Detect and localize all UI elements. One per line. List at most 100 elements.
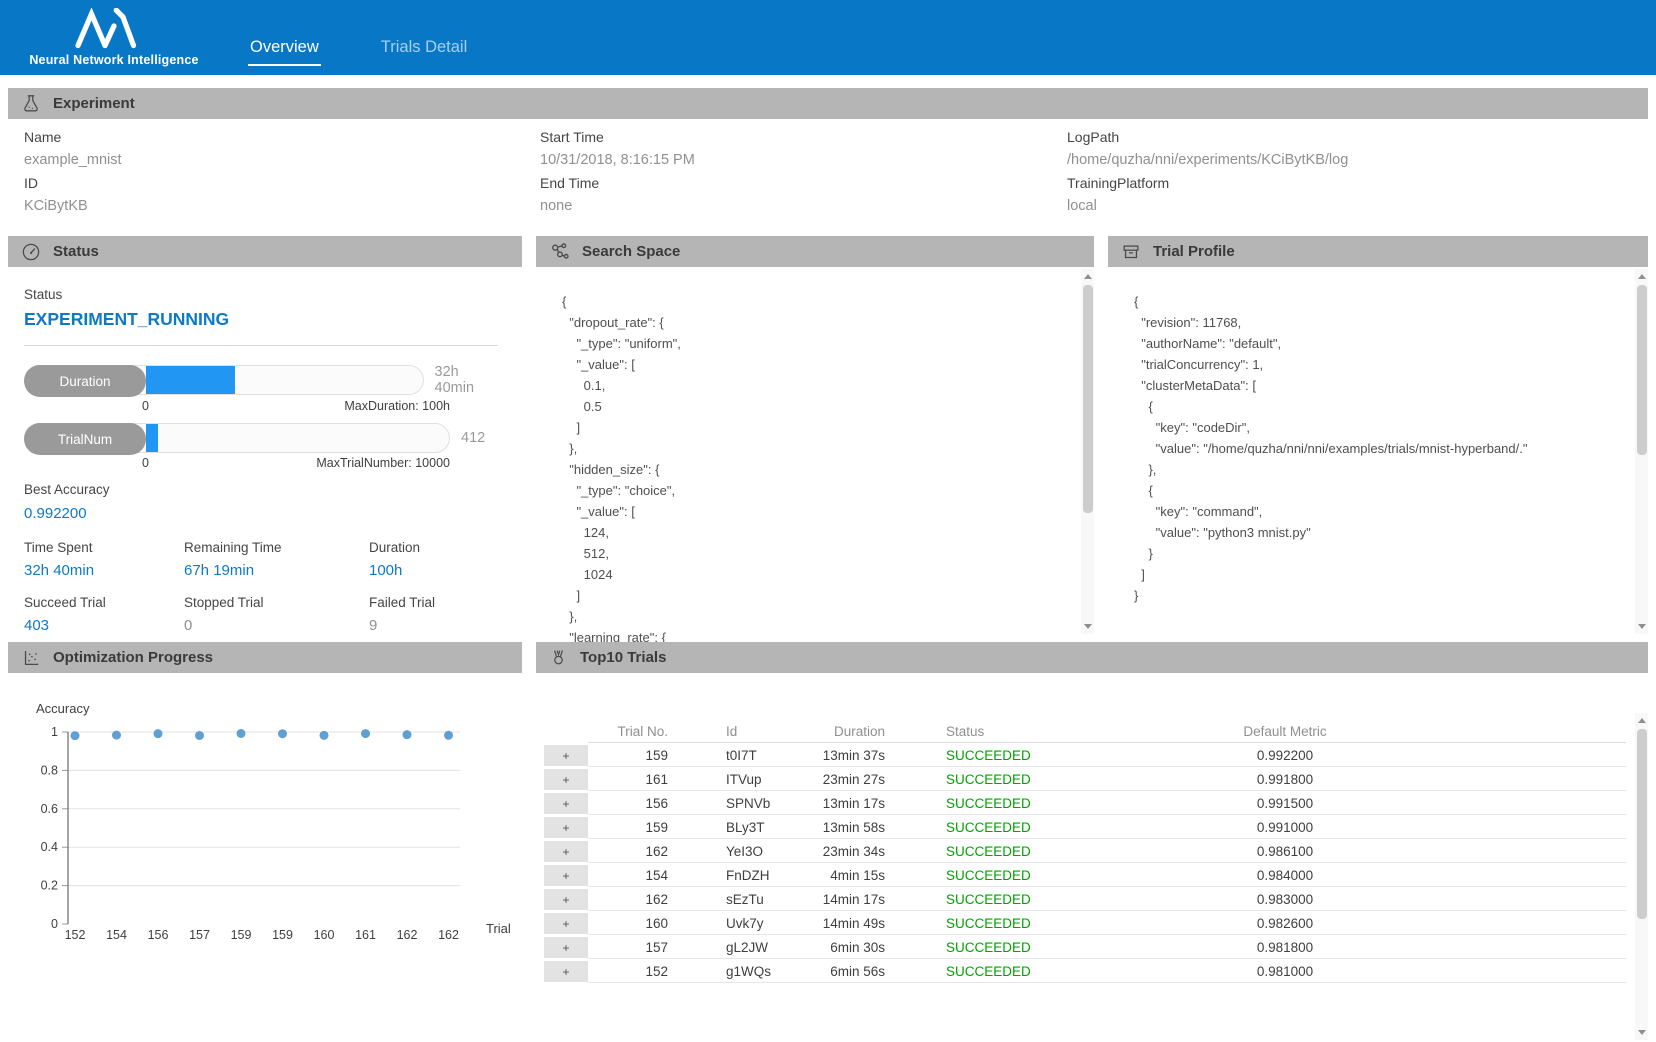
experiment-fields: Nameexample_mnistIDKCiBytKBStart Time10/… — [8, 119, 1648, 230]
expand-row-button[interactable]: + — [544, 769, 588, 790]
svg-text:0.6: 0.6 — [41, 802, 58, 816]
table-row: +159BLy3T13min 58sSUCCEEDED0.991000 — [536, 815, 1648, 839]
scroll-thumb[interactable] — [1637, 285, 1647, 455]
cell-trial-no: 152 — [588, 964, 668, 979]
svg-text:0: 0 — [51, 917, 58, 931]
cell-metric: 0.991800 — [1085, 772, 1485, 787]
duration-progress: Duration 32h 40min — [24, 364, 498, 396]
cell-status: SUCCEEDED — [885, 868, 1085, 883]
table-row: +157gL2JW6min 30sSUCCEEDED0.981800 — [536, 935, 1648, 959]
cell-trial-no: 154 — [588, 868, 668, 883]
svg-text:162: 162 — [397, 928, 418, 942]
cell-metric: 0.984000 — [1085, 868, 1485, 883]
field-value: 10/31/2018, 8:16:15 PM — [540, 149, 1067, 172]
expand-row-button[interactable]: + — [544, 889, 588, 910]
scroll-down-icon[interactable] — [1638, 1030, 1646, 1035]
expand-row-button[interactable]: + — [544, 865, 588, 886]
expand-cell: + — [536, 937, 588, 958]
flask-icon — [21, 94, 41, 114]
svg-text:161: 161 — [355, 928, 376, 942]
trial-profile-panel: Trial Profile { "revision": 11768, "auth… — [1108, 236, 1648, 636]
scroll-thumb[interactable] — [1083, 285, 1093, 513]
archive-box-icon — [1121, 242, 1141, 262]
trialnum-min: 0 — [142, 456, 149, 470]
top10-scrollbar[interactable] — [1635, 713, 1648, 1040]
table-row: +152g1WQs6min 56sSUCCEEDED0.981000 — [536, 959, 1648, 983]
experiment-column: Start Time10/31/2018, 8:16:15 PMEnd Time… — [540, 126, 1067, 218]
trial-profile-section-header: Trial Profile — [1108, 236, 1648, 267]
field-value: local — [1067, 195, 1648, 218]
search-space-title: Search Space — [582, 243, 680, 260]
col-id: Id — [668, 724, 776, 739]
cell-duration: 13min 37s — [776, 748, 885, 763]
col-status: Status — [885, 724, 1085, 739]
scroll-up-icon[interactable] — [1084, 274, 1092, 279]
cell-id: Uvk7y — [668, 916, 776, 931]
search-space-scrollbar[interactable] — [1081, 269, 1094, 634]
svg-text:152: 152 — [65, 928, 86, 942]
expand-row-button[interactable]: + — [544, 913, 588, 934]
svg-text:157: 157 — [189, 928, 210, 942]
scatter-chart-icon — [21, 648, 41, 668]
top10-panel: Top10 Trials Trial No. Id Duration Statu… — [536, 642, 1648, 1042]
expand-cell: + — [536, 865, 588, 886]
table-row: +154FnDZH4min 15sSUCCEEDED0.984000 — [536, 863, 1648, 887]
cell-status: SUCCEEDED — [885, 844, 1085, 859]
top10-rows: +159t0I7T13min 37sSUCCEEDED0.992200+161I… — [536, 743, 1648, 983]
trial-profile-json: { "revision": 11768, "authorName": "defa… — [1134, 291, 1628, 606]
field-value: KCiBytKB — [24, 195, 540, 218]
medal-icon — [549, 648, 568, 667]
col-trial-no: Trial No. — [588, 724, 668, 739]
field-value: example_mnist — [24, 149, 540, 172]
cell-metric: 0.991000 — [1085, 820, 1485, 835]
cell-metric: 0.981000 — [1085, 964, 1485, 979]
svg-text:154: 154 — [106, 928, 127, 942]
scroll-down-icon[interactable] — [1638, 624, 1646, 629]
scroll-down-icon[interactable] — [1084, 624, 1092, 629]
scroll-up-icon[interactable] — [1638, 718, 1646, 723]
expand-cell: + — [536, 817, 588, 838]
scroll-up-icon[interactable] — [1638, 274, 1646, 279]
expand-row-button[interactable]: + — [544, 841, 588, 862]
svg-text:0.2: 0.2 — [41, 879, 58, 893]
experiment-column: Nameexample_mnistIDKCiBytKB — [24, 126, 540, 218]
table-row: +160Uvk7y14min 49sSUCCEEDED0.982600 — [536, 911, 1648, 935]
scroll-thumb[interactable] — [1637, 729, 1647, 919]
cell-duration: 14min 17s — [776, 892, 885, 907]
expand-row-button[interactable]: + — [544, 937, 588, 958]
stat-item: Duration100h — [369, 540, 498, 579]
cell-id: gL2JW — [668, 940, 776, 955]
cell-trial-no: 162 — [588, 892, 668, 907]
nni-logo-icon — [68, 8, 160, 50]
duration-progress-fill — [146, 366, 235, 394]
expand-cell: + — [536, 961, 588, 982]
nni-brand: Neural Network Intelligence — [14, 0, 214, 75]
table-row: +162sEzTu14min 17sSUCCEEDED0.983000 — [536, 887, 1648, 911]
top10-title: Top10 Trials — [580, 649, 666, 666]
top10-section-header: Top10 Trials — [536, 642, 1648, 673]
best-accuracy-label: Best Accuracy — [24, 482, 498, 497]
trialnum-progress-value: 412 — [461, 430, 485, 446]
stat-label: Succeed Trial — [24, 595, 184, 610]
svg-text:159: 159 — [272, 928, 293, 942]
cell-trial-no: 156 — [588, 796, 668, 811]
expand-row-button[interactable]: + — [544, 745, 588, 766]
expand-row-button[interactable]: + — [544, 793, 588, 814]
cell-status: SUCCEEDED — [885, 772, 1085, 787]
cell-id: YeI3O — [668, 844, 776, 859]
molecule-icon — [549, 241, 570, 262]
svg-text:1: 1 — [51, 725, 58, 739]
expand-row-button[interactable]: + — [544, 961, 588, 982]
cell-metric: 0.983000 — [1085, 892, 1485, 907]
stat-value: 67h 19min — [184, 562, 369, 579]
expand-row-button[interactable]: + — [544, 817, 588, 838]
field-label: Start Time — [540, 126, 1067, 149]
table-row: +162YeI3O23min 34sSUCCEEDED0.986100 — [536, 839, 1648, 863]
tab-trials-detail[interactable]: Trials Detail — [379, 38, 470, 66]
tab-overview[interactable]: Overview — [248, 38, 321, 66]
status-stats: Time Spent32h 40minRemaining Time67h 19m… — [24, 540, 498, 634]
cell-id: SPNVb — [668, 796, 776, 811]
cell-metric: 0.982600 — [1085, 916, 1485, 931]
trial-profile-scrollbar[interactable] — [1635, 269, 1648, 634]
experiment-title: Experiment — [53, 95, 135, 112]
